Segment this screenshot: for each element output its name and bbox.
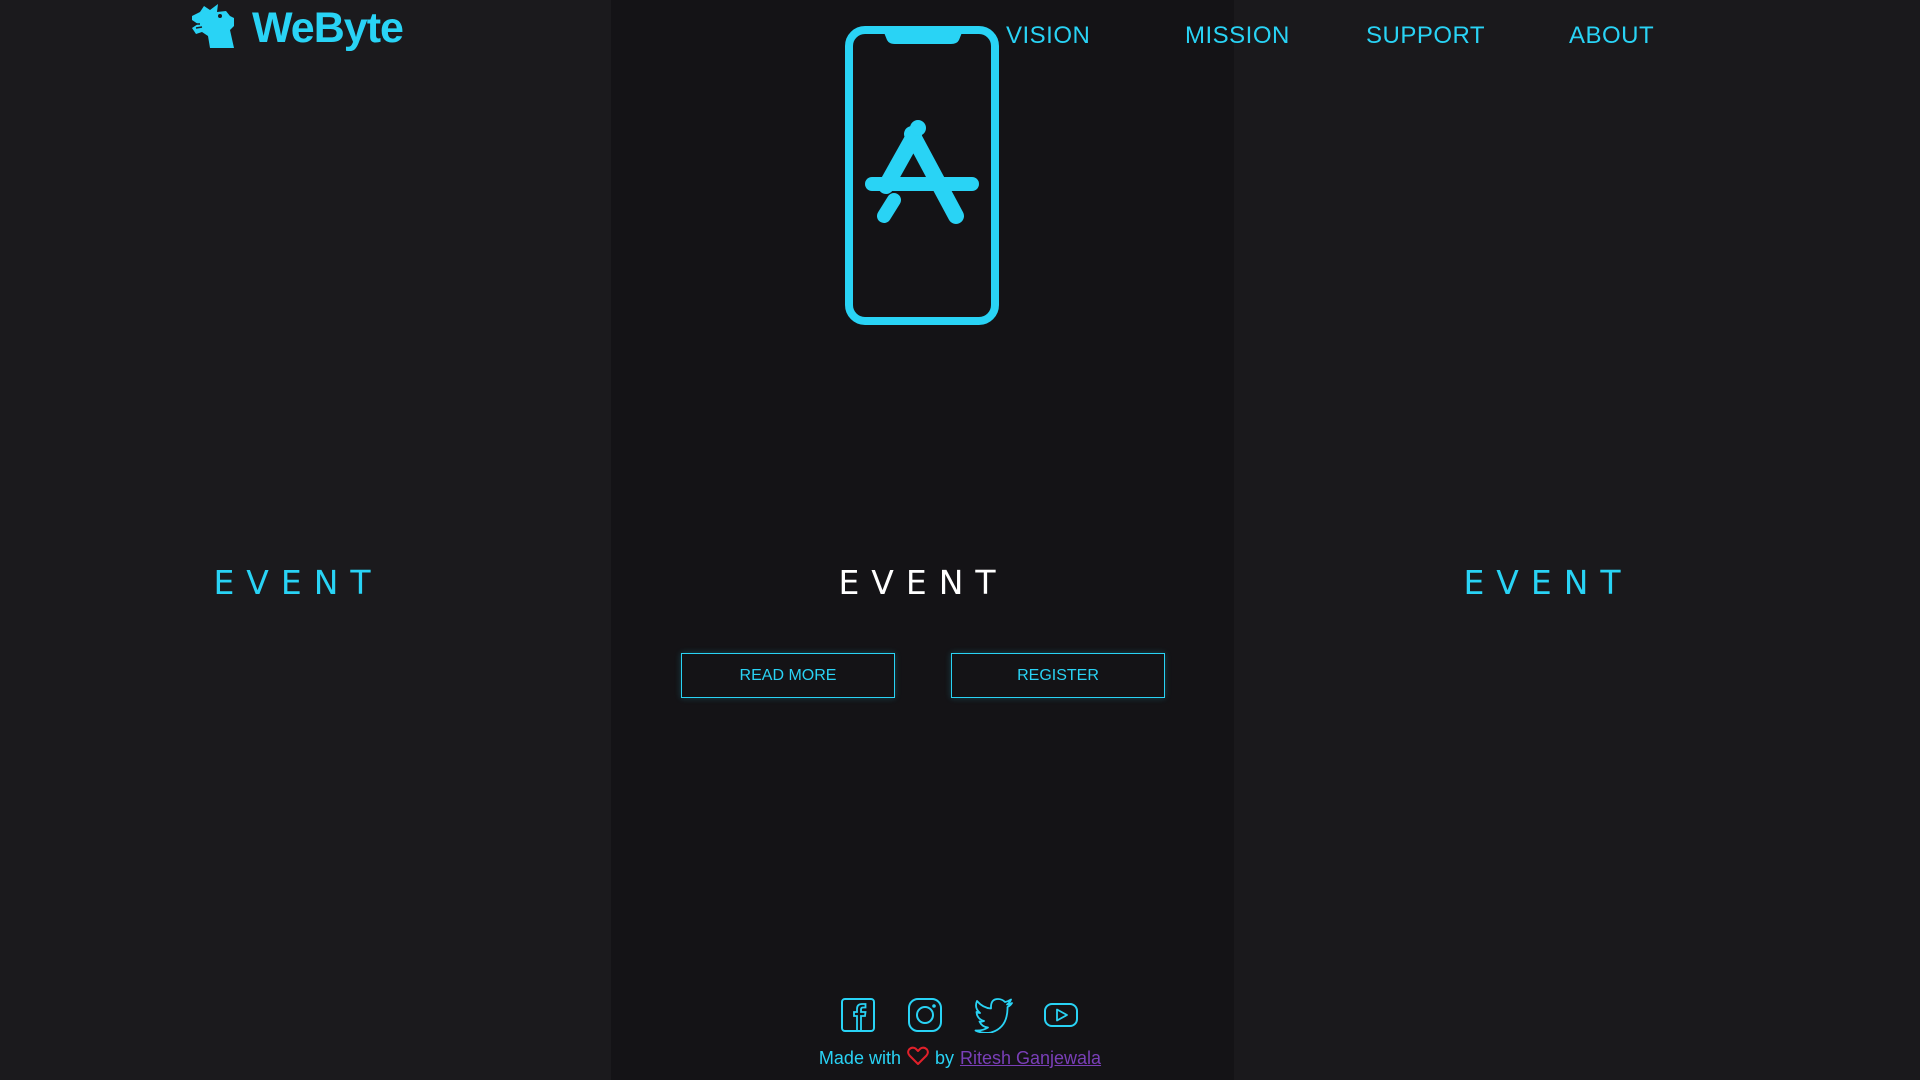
youtube-icon[interactable] bbox=[1043, 997, 1079, 1033]
nav-support[interactable]: SUPPORT bbox=[1366, 22, 1485, 50]
read-more-button[interactable]: READ MORE bbox=[681, 653, 895, 698]
heart-icon bbox=[907, 1046, 929, 1071]
nav-about[interactable]: ABOUT bbox=[1569, 22, 1654, 50]
event-title-right: EVENT bbox=[1463, 563, 1633, 602]
page: WeByte VISION MISSION SUPPORT ABOUT EVEN… bbox=[0, 0, 1920, 1080]
instagram-icon[interactable] bbox=[907, 997, 943, 1033]
event-title-left: EVENT bbox=[213, 563, 383, 602]
twitter-icon[interactable] bbox=[974, 997, 1013, 1034]
brand-name: WeByte bbox=[252, 3, 404, 52]
dragon-head-icon bbox=[190, 2, 242, 55]
by-label: by bbox=[934, 1048, 954, 1068]
author-link[interactable]: Ritesh Ganjewala bbox=[960, 1048, 1101, 1069]
nav-mission[interactable]: MISSION bbox=[1185, 22, 1290, 50]
app-store-phone-icon bbox=[845, 26, 1001, 331]
register-button[interactable]: REGISTER bbox=[951, 653, 1165, 698]
event-title-center: EVENT bbox=[838, 563, 1008, 602]
right-panel bbox=[1234, 0, 1920, 1080]
nav-vision[interactable]: VISION bbox=[1006, 22, 1090, 50]
made-with-label: Made with bbox=[818, 1048, 901, 1068]
brand-logo[interactable]: WeByte bbox=[190, 2, 404, 55]
facebook-icon[interactable] bbox=[840, 997, 876, 1033]
left-panel bbox=[0, 0, 611, 1080]
footer-credit: Made with by Ritesh Ganjewala bbox=[0, 1046, 1920, 1071]
